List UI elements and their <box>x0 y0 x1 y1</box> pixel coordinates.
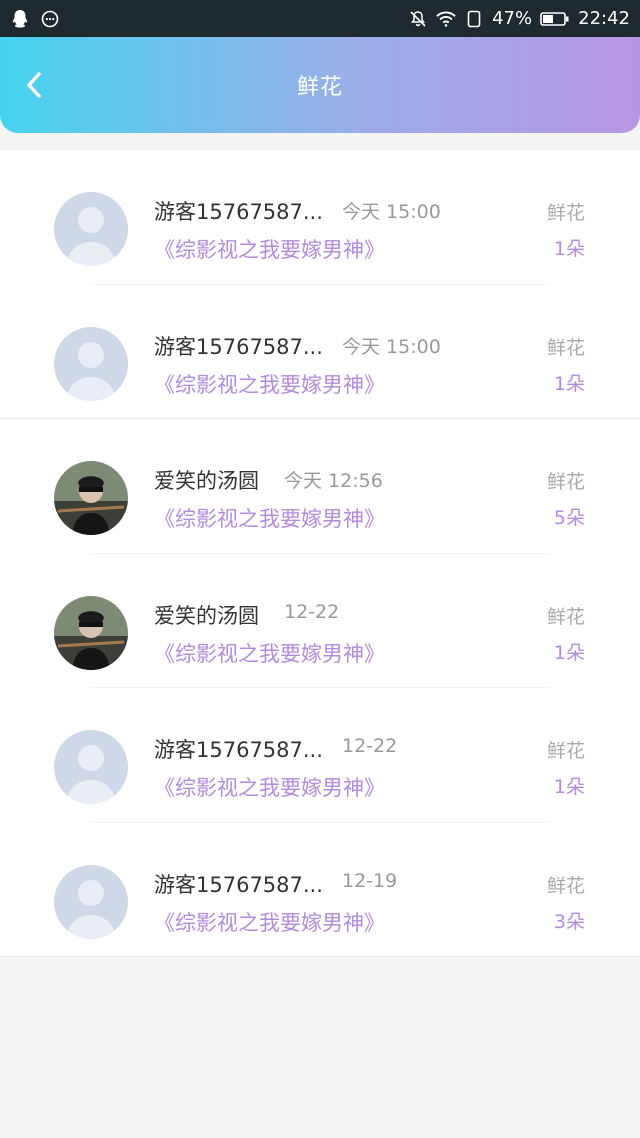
book-title: 《综影视之我要嫁男神》 <box>154 238 385 262</box>
list-item[interactable]: 游客15767587... 今天 15:00 《综影视之我要嫁男神》 鲜花 1朵 <box>0 285 640 420</box>
book-title: 《综影视之我要嫁男神》 <box>154 910 385 935</box>
gift-type-label: 鲜花 <box>546 605 585 628</box>
gift-record-list: 游客15767587... 今天 15:00 《综影视之我要嫁男神》 鲜花 1朵… <box>0 150 640 957</box>
status-bar: 47% 22:42 <box>0 0 640 37</box>
user-name: 游客15767587... <box>154 872 323 897</box>
timestamp: 今天 15:00 <box>342 335 441 358</box>
app-header: 鲜花 <box>0 37 640 133</box>
gift-type-label: 鲜花 <box>546 874 585 897</box>
default-avatar-icon <box>54 326 128 401</box>
battery-icon <box>540 9 570 29</box>
user-name: 游客15767587... <box>154 738 323 762</box>
gift-type-label: 鲜花 <box>546 471 585 493</box>
wifi-icon <box>436 9 456 29</box>
list-item[interactable]: 游客15767587... 12-22 《综影视之我要嫁男神》 鲜花 1朵 <box>0 688 640 823</box>
timestamp: 今天 15:00 <box>342 201 441 223</box>
user-name: 爱笑的汤圆 <box>154 469 259 493</box>
battery-percent: 47% <box>492 8 533 29</box>
gift-type-label: 鲜花 <box>546 740 585 762</box>
list-item[interactable]: 爱笑的汤圆 12-22 《综影视之我要嫁男神》 鲜花 1朵 <box>0 554 640 689</box>
clock: 22:42 <box>578 8 630 29</box>
default-avatar-icon <box>54 730 128 804</box>
book-title: 《综影视之我要嫁男神》 <box>154 507 385 531</box>
user-name: 游客15767587... <box>154 200 323 224</box>
list-item[interactable]: 游客15767587... 今天 15:00 《综影视之我要嫁男神》 鲜花 1朵 <box>0 150 640 285</box>
mute-icon <box>408 9 428 29</box>
user-name: 爱笑的汤圆 <box>154 603 259 628</box>
gift-count: 5朵 <box>553 507 585 529</box>
gift-count: 1朵 <box>553 641 585 664</box>
user-name: 游客15767587... <box>154 334 323 359</box>
back-button[interactable] <box>14 65 54 105</box>
book-title: 《综影视之我要嫁男神》 <box>154 372 385 397</box>
page-title: 鲜花 <box>296 75 343 100</box>
book-title: 《综影视之我要嫁男神》 <box>154 641 385 666</box>
timestamp: 12-22 <box>342 735 398 757</box>
default-avatar-icon <box>54 192 128 266</box>
timestamp: 今天 12:56 <box>284 470 383 492</box>
list-item[interactable]: 游客15767587... 12-19 《综影视之我要嫁男神》 鲜花 3朵 <box>0 823 640 958</box>
gift-count: 1朵 <box>553 372 585 395</box>
gift-type-label: 鲜花 <box>546 336 585 359</box>
timestamp: 12-22 <box>284 600 340 623</box>
book-title: 《综影视之我要嫁男神》 <box>154 776 385 800</box>
message-icon <box>40 9 60 29</box>
gift-count: 3朵 <box>553 910 585 933</box>
sim-icon <box>464 9 484 29</box>
chevron-left-icon <box>27 72 41 98</box>
timestamp: 12-19 <box>342 869 398 892</box>
default-avatar-icon <box>54 864 128 939</box>
gift-count: 1朵 <box>553 776 585 798</box>
gift-type-label: 鲜花 <box>546 202 585 224</box>
list-item[interactable]: 爱笑的汤圆 今天 12:56 《综影视之我要嫁男神》 鲜花 5朵 <box>0 419 640 554</box>
photo-avatar-icon <box>54 595 128 670</box>
photo-avatar-icon <box>54 461 128 535</box>
gift-count: 1朵 <box>553 238 585 260</box>
qq-icon <box>10 9 30 29</box>
